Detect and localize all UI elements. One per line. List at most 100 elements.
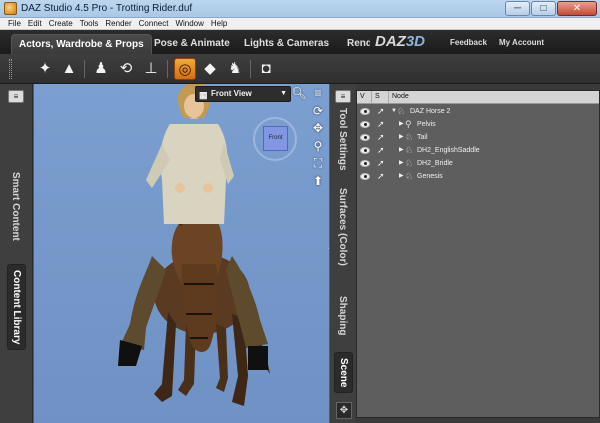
reset-camera-icon[interactable]: ⬆	[310, 175, 326, 188]
selectable-cursor-icon[interactable]: ➚	[377, 131, 385, 144]
menu-render[interactable]: Render	[105, 18, 131, 29]
scene-node-row[interactable]: ➚ ▼ ♘ DAZ Horse 2	[357, 105, 599, 118]
close-button[interactable]: ✕	[557, 1, 597, 16]
view-selector-dropdown[interactable]: ▦ Front View ▼	[195, 86, 291, 102]
viewport-options-icon[interactable]: ≡	[310, 87, 326, 100]
selectable-cursor-icon[interactable]: ➚	[377, 170, 385, 183]
tab-tool-settings[interactable]: Tool Settings	[337, 108, 348, 171]
tab-surfaces-color[interactable]: Surfaces (Color)	[337, 188, 348, 266]
visibility-eye-icon[interactable]	[360, 108, 370, 115]
active-pose-tool-icon[interactable]: ◎	[174, 58, 196, 80]
logo-suffix: 3D	[405, 33, 426, 50]
node-label: DH2_EnglishSaddle	[417, 147, 480, 154]
bone-node-icon: ⚲	[405, 119, 412, 129]
selectable-cursor-icon[interactable]: ➚	[377, 157, 385, 170]
column-visible[interactable]: V	[357, 91, 372, 103]
collapse-right-pane-icon[interactable]: ◂	[328, 244, 329, 252]
tools-toolbar: ✦ ▲ ♟ ⟲ ⊥ ◎ ◆ ♞ ◘	[0, 54, 600, 84]
translate-tool-icon[interactable]: ⊥	[140, 58, 162, 80]
expand-arrow-icon[interactable]: ▶	[399, 131, 404, 144]
menu-help[interactable]: Help	[211, 18, 227, 29]
render-camera-icon[interactable]: ◘	[255, 58, 277, 80]
window-controls: ─ □ ✕	[505, 1, 597, 16]
node-selection-tool-icon[interactable]: ✦	[34, 58, 56, 80]
orbit-camera-icon[interactable]: ⟳	[310, 105, 326, 118]
node-label: DH2_Bridle	[417, 160, 453, 167]
expand-arrow-icon[interactable]: ▶	[399, 157, 404, 170]
toolbar-separator	[167, 60, 168, 78]
menu-connect[interactable]: Connect	[139, 18, 169, 29]
view-cube[interactable]: Front	[263, 126, 288, 151]
toolbar-separator	[84, 60, 85, 78]
toolbar-separator	[250, 60, 251, 78]
tab-scene[interactable]: Scene	[334, 352, 353, 394]
menu-bar: File Edit Create Tools Render Connect Wi…	[0, 18, 600, 30]
scene-node-row[interactable]: ➚ ▶ ⚲ Pelvis	[357, 118, 599, 131]
pane-grip-icon[interactable]: ✥	[336, 402, 352, 419]
tab-pose-animate[interactable]: Pose & Animate	[147, 34, 237, 54]
rotate-tool-icon[interactable]: ⟲	[115, 58, 137, 80]
pane-options-menu-icon[interactable]: ≡	[8, 90, 24, 103]
frame-selection-icon[interactable]: ⛶	[310, 157, 326, 170]
left-side-pane: ≡ Smart Content Content Library	[0, 84, 33, 423]
scene-node-row[interactable]: ➚ ▶ ♘ Tail	[357, 131, 599, 144]
view-grid-icon: ▦	[199, 90, 208, 100]
universal-tool-icon[interactable]: ♟	[90, 58, 112, 80]
figure-node-icon: ♘	[405, 158, 414, 168]
column-selectable[interactable]: S	[372, 91, 389, 103]
visibility-eye-icon[interactable]	[360, 173, 370, 180]
expand-arrow-icon[interactable]: ▶	[399, 144, 404, 157]
visibility-eye-icon[interactable]	[360, 160, 370, 167]
minimize-button[interactable]: ─	[505, 1, 530, 16]
figure-node-icon: ♘	[405, 145, 414, 155]
figure-node-icon: ♘	[405, 132, 414, 142]
menu-tools[interactable]: Tools	[80, 18, 99, 29]
figure-node-icon: ♘	[405, 171, 414, 181]
scene-node-row[interactable]: ➚ ▶ ♘ Genesis	[357, 170, 599, 183]
column-node[interactable]: Node	[389, 91, 599, 103]
selectable-cursor-icon[interactable]: ➚	[377, 144, 385, 157]
maximize-button[interactable]: □	[531, 1, 556, 16]
joint-editor-tool-icon[interactable]: ◆	[199, 58, 221, 80]
selectable-cursor-icon[interactable]: ➚	[377, 118, 385, 131]
chevron-down-icon: ▼	[280, 90, 287, 97]
expand-arrow-icon[interactable]: ▶	[399, 118, 404, 131]
node-label: Genesis	[417, 173, 443, 180]
visibility-eye-icon[interactable]	[360, 121, 370, 128]
toolbar-grip[interactable]	[9, 59, 12, 79]
menu-window[interactable]: Window	[175, 18, 203, 29]
tab-shaping[interactable]: Shaping	[337, 296, 348, 335]
selectable-cursor-icon[interactable]: ➚	[377, 105, 385, 118]
scene-tree-header: V S Node	[357, 91, 599, 104]
tab-render[interactable]: Render	[340, 34, 370, 54]
node-label: Pelvis	[417, 121, 436, 128]
activity-bar: Actors, Wardrobe & Props Pose & Animate …	[0, 30, 600, 54]
my-account-link[interactable]: My Account	[499, 38, 544, 47]
view-label: Front View	[211, 89, 252, 98]
surface-selection-tool-icon[interactable]: ▲	[58, 58, 80, 80]
menu-file[interactable]: File	[8, 18, 21, 29]
tab-smart-content[interactable]: Smart Content	[10, 172, 21, 241]
logo-text: DAZ	[375, 33, 406, 50]
3d-viewport[interactable]: ▦ Front View ▼ 🔍︎ ≡ ⟳ ✥ ⚲ ⛶ ⬆ Front ◂	[34, 84, 329, 423]
pan-camera-icon[interactable]: ✥	[310, 122, 326, 135]
visibility-eye-icon[interactable]	[360, 134, 370, 141]
visibility-eye-icon[interactable]	[360, 147, 370, 154]
tab-content-library[interactable]: Content Library	[7, 264, 26, 351]
title-bar: DAZ Studio 4.5 Pro - Trotting Rider.duf …	[0, 0, 600, 18]
feedback-link[interactable]: Feedback	[450, 38, 487, 47]
menu-create[interactable]: Create	[49, 18, 73, 29]
tab-actors-wardrobe-props[interactable]: Actors, Wardrobe & Props	[11, 34, 152, 54]
node-label: DAZ Horse 2	[410, 108, 451, 115]
zoom-menu-icon[interactable]: 🔍︎	[291, 87, 307, 100]
figure-tool-icon[interactable]: ♞	[224, 58, 246, 80]
tab-lights-cameras[interactable]: Lights & Cameras	[237, 34, 336, 54]
scene-node-row[interactable]: ➚ ▶ ♘ DH2_Bridle	[357, 157, 599, 170]
expand-arrow-icon[interactable]: ▶	[399, 170, 404, 183]
zoom-camera-icon[interactable]: ⚲	[310, 140, 326, 153]
menu-edit[interactable]: Edit	[28, 18, 42, 29]
scene-node-row[interactable]: ➚ ▶ ♘ DH2_EnglishSaddle	[357, 144, 599, 157]
pane-options-menu-icon[interactable]: ≡	[335, 90, 351, 103]
daz3d-logo: DAZ3D	[375, 33, 425, 50]
scene-tree-panel: V S Node ➚ ▼ ♘ DAZ Horse 2 ➚ ▶ ⚲ Pelvis …	[356, 90, 600, 418]
